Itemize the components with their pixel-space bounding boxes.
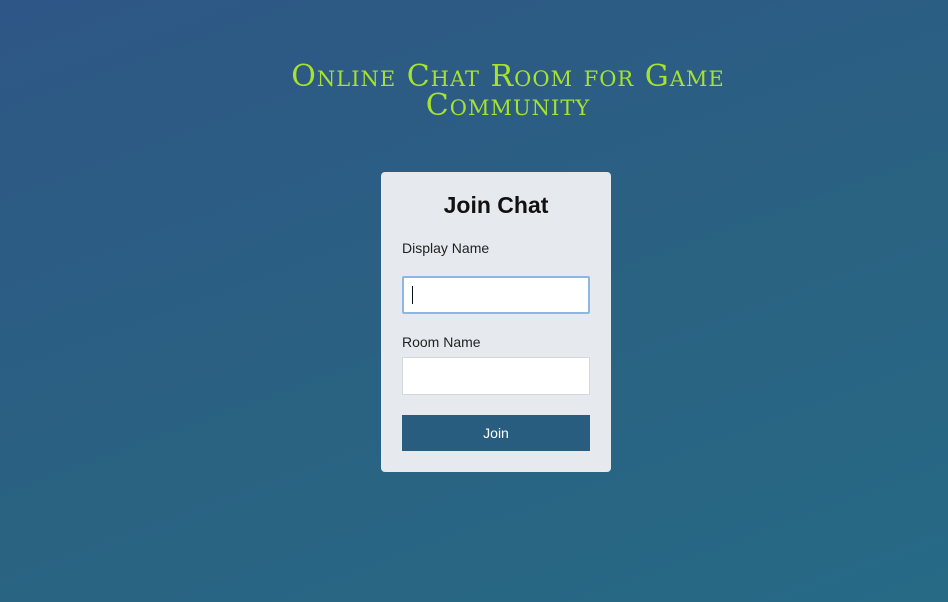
text-caret [412, 286, 413, 304]
page-title: Online Chat Room for Game Community [291, 59, 725, 123]
room-name-input[interactable] [402, 357, 590, 395]
join-chat-heading: Join Chat [443, 192, 549, 218]
display-name-label: Display Name [402, 240, 490, 256]
join-chat-card: Join Chat Display Name Room Name Join [381, 172, 611, 472]
room-name-label: Room Name [402, 334, 481, 350]
join-button[interactable]: Join [402, 415, 590, 451]
display-name-input[interactable] [402, 276, 590, 314]
